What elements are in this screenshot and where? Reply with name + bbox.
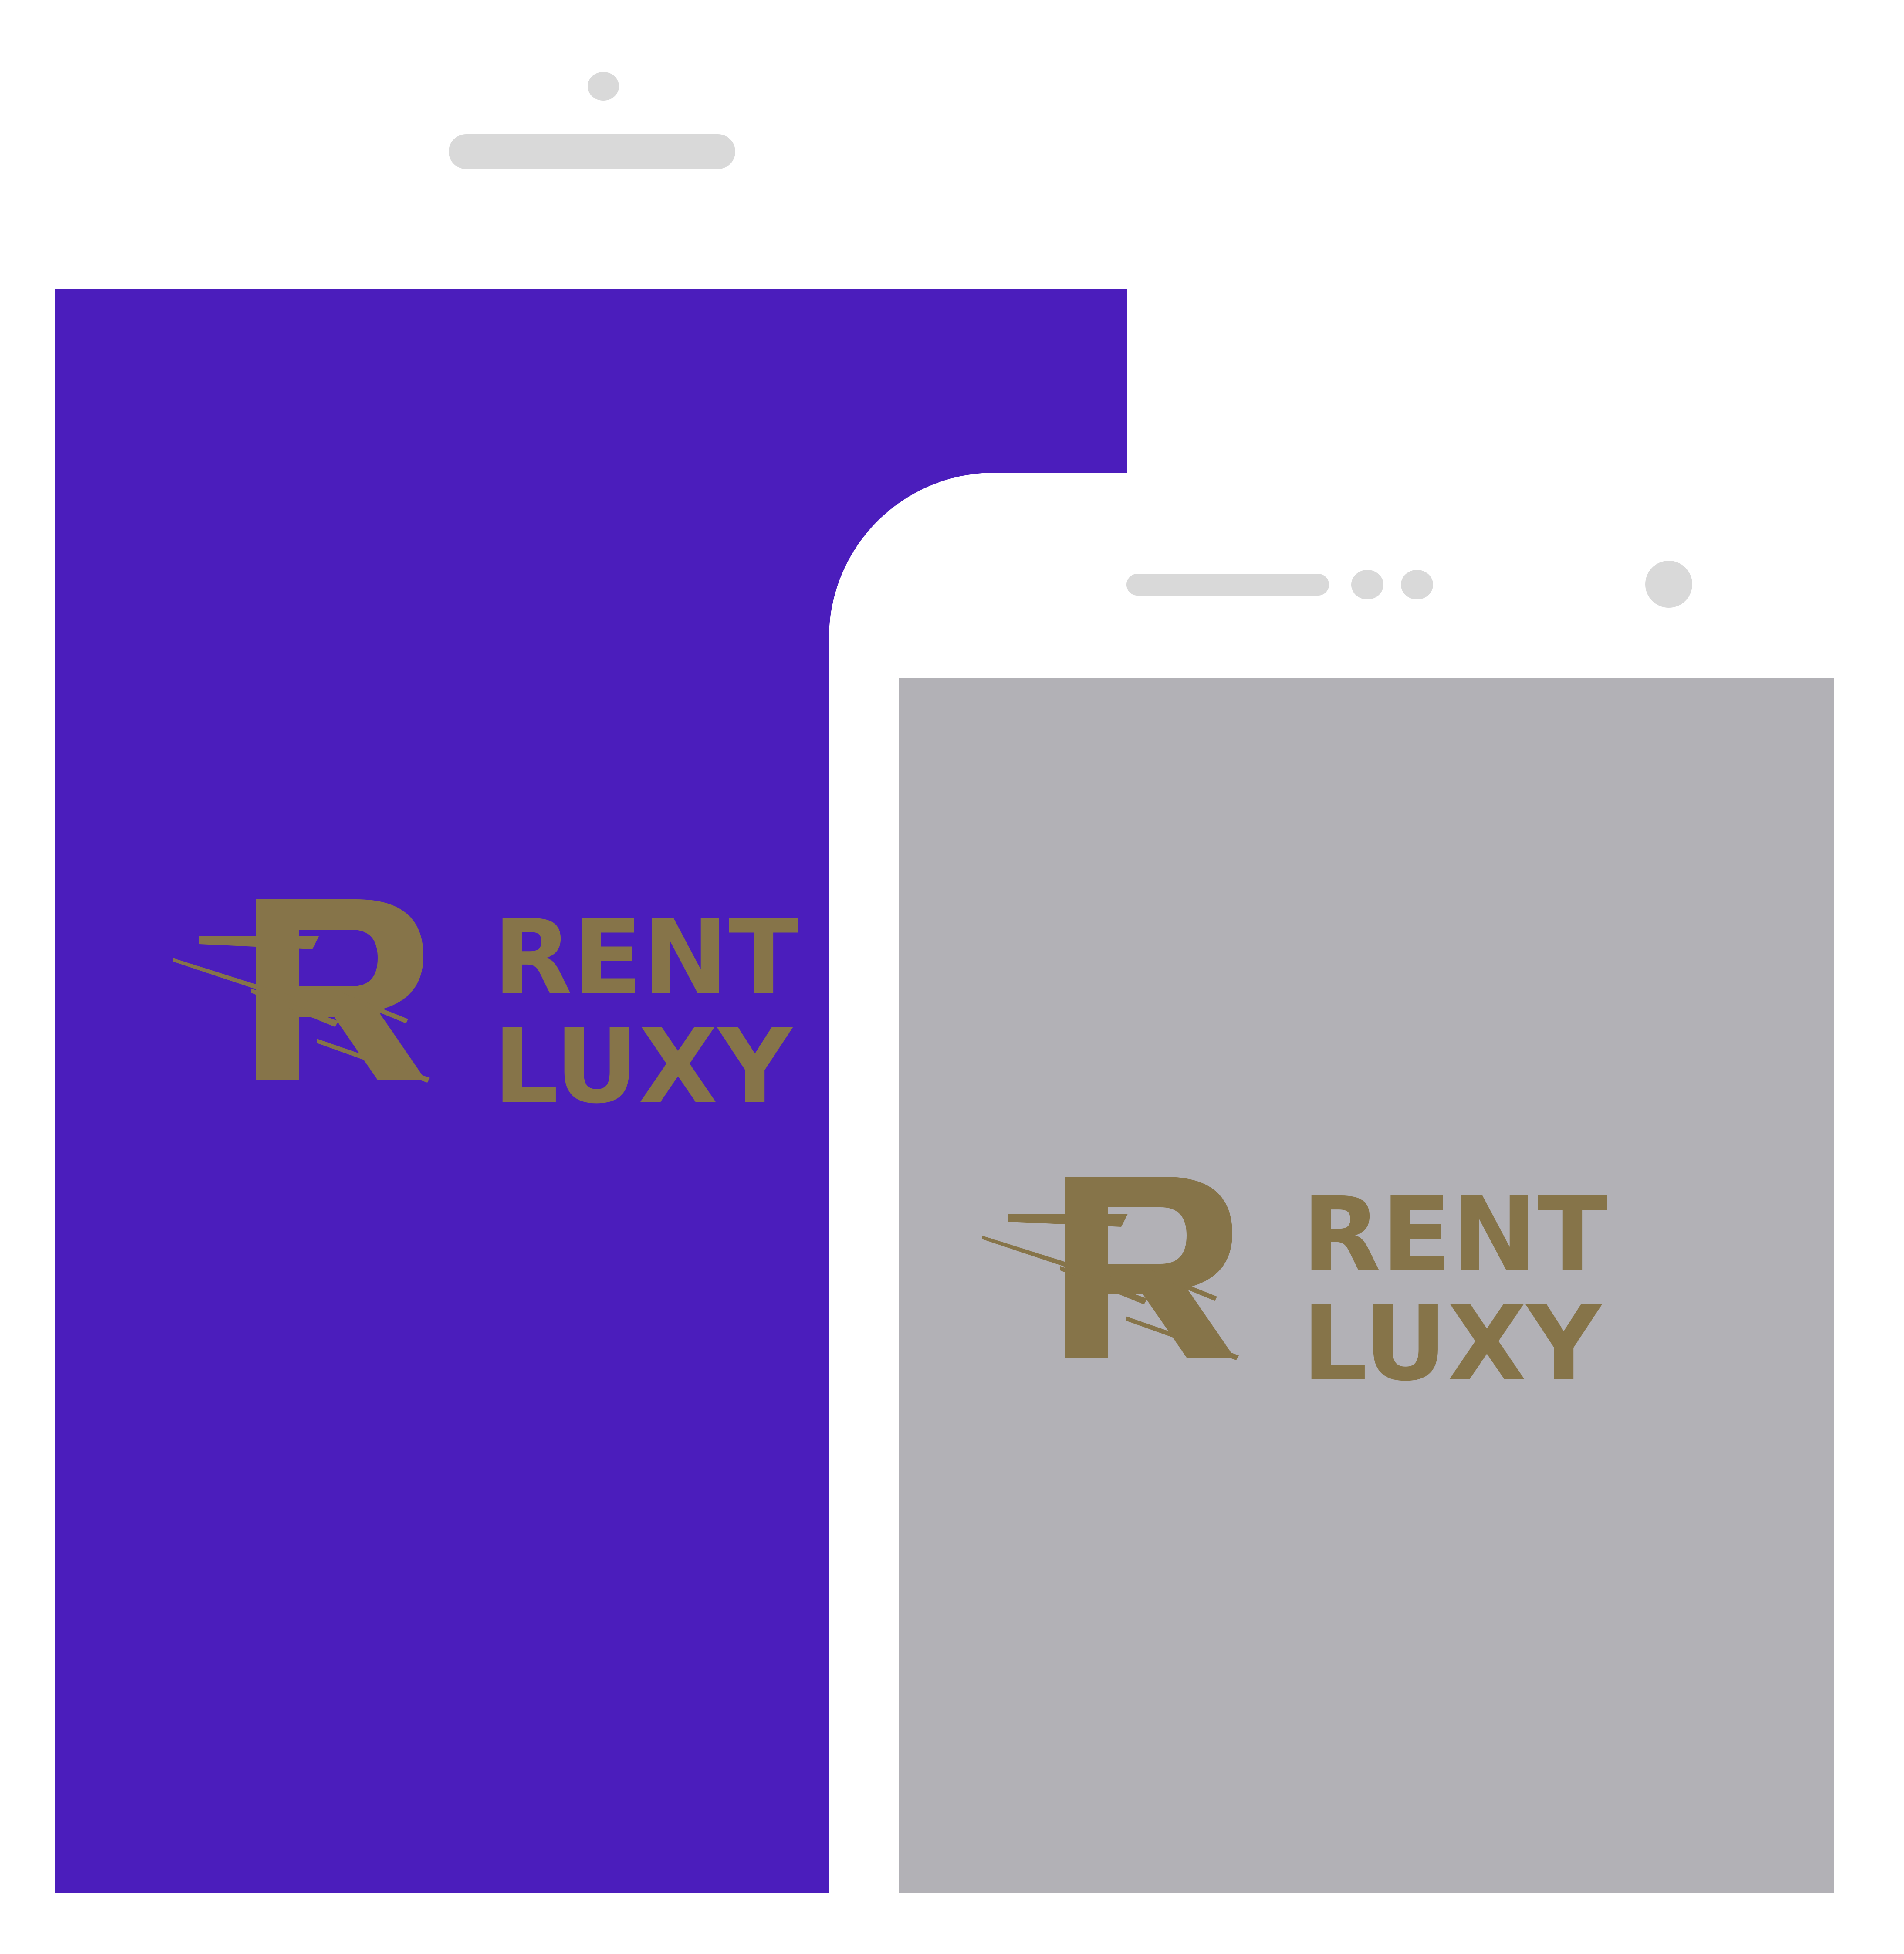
phone-front-device: RENT LUXY: [829, 473, 1904, 1954]
rent-luxy-logo: RENT LUXY: [982, 1175, 1607, 1404]
r-monogram-icon: [173, 899, 430, 1083]
front-camera-dot: [1645, 561, 1692, 608]
light-sensor-dot: [1401, 570, 1433, 599]
phone-front-screen: RENT LUXY: [899, 678, 1834, 1893]
logo-line-1: RENT: [493, 897, 798, 1017]
logo-line-2: LUXY: [1302, 1284, 1603, 1404]
earpiece-speaker: [449, 134, 735, 169]
front-camera-dot: [588, 72, 619, 101]
rent-luxy-logo: RENT LUXY: [173, 897, 798, 1126]
logo-line-2: LUXY: [493, 1006, 794, 1126]
proximity-sensor-dot: [1351, 570, 1383, 599]
r-monogram-icon: [982, 1177, 1239, 1360]
logo-line-1: RENT: [1302, 1175, 1607, 1295]
earpiece-speaker: [1126, 574, 1329, 596]
